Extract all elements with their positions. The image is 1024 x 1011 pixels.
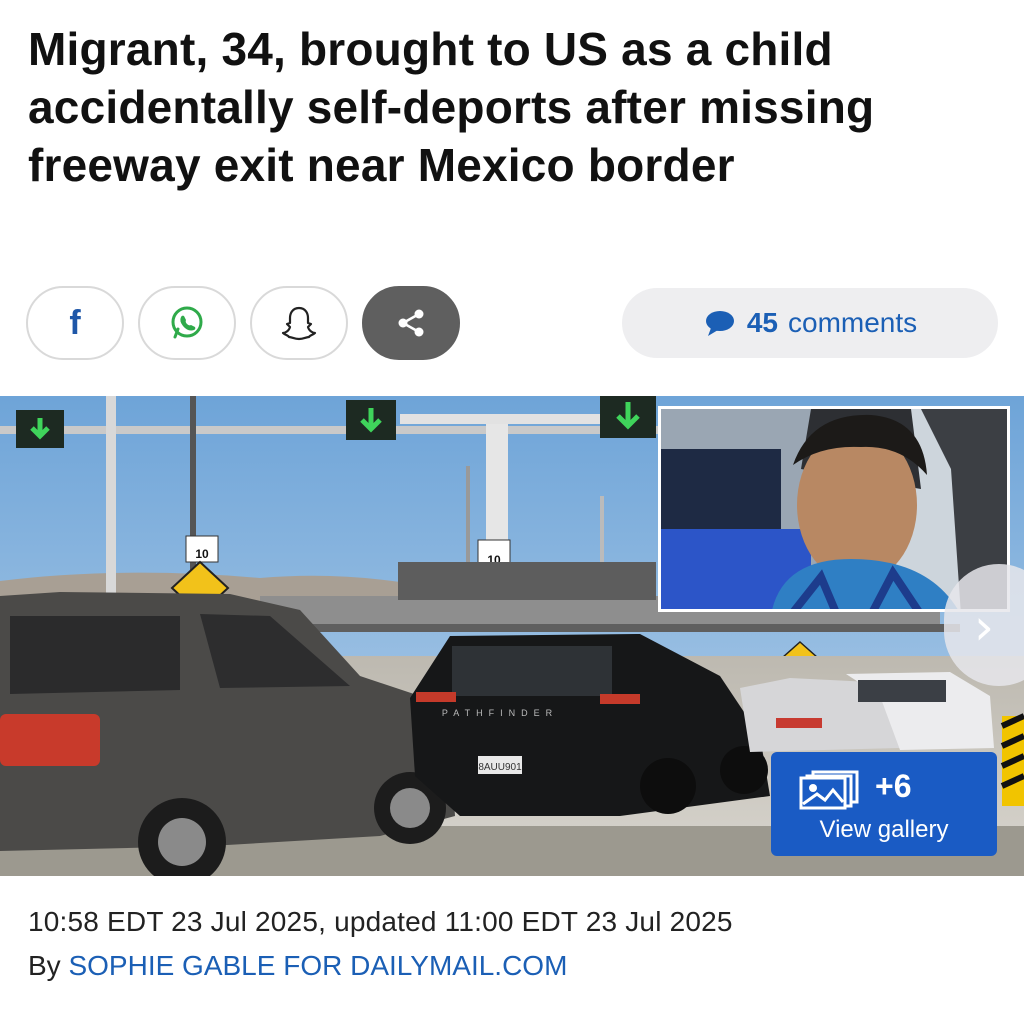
article-timestamp: 10:58 EDT 23 Jul 2025, updated 11:00 EDT…	[28, 906, 733, 937]
comments-count: 45	[746, 307, 778, 338]
author-link[interactable]: SOPHIE GABLE FOR DAILYMAIL.COM	[68, 950, 567, 981]
view-gallery-button[interactable]: +6 View gallery	[771, 752, 997, 856]
article-byline: By SOPHIE GABLE FOR DAILYMAIL.COM	[28, 950, 567, 982]
share-bar: f 45 comments	[26, 286, 1001, 364]
vehicle-badge: PATHFINDER	[442, 708, 558, 718]
facebook-share-button[interactable]: f	[26, 286, 124, 360]
comment-bubble-icon	[705, 311, 734, 336]
comments-label: comments	[788, 307, 918, 338]
gallery-count: +6	[875, 768, 912, 804]
speed-limit-sign-left: 10	[195, 547, 209, 561]
inset-portrait-image	[658, 406, 1010, 612]
share-icon	[398, 309, 424, 337]
facebook-icon: f	[69, 303, 81, 342]
snapchat-share-button[interactable]	[250, 286, 348, 360]
comments-button[interactable]: 45 comments	[622, 288, 998, 358]
more-share-button[interactable]	[362, 286, 460, 360]
license-plate: 8AUU901	[478, 762, 522, 773]
byline-prefix: By	[28, 950, 61, 981]
photo-gallery-icon	[799, 770, 859, 810]
whatsapp-share-button[interactable]	[138, 286, 236, 360]
article-headline: Migrant, 34, brought to US as a child ac…	[28, 23, 875, 191]
view-gallery-label: View gallery	[819, 816, 949, 843]
whatsapp-icon	[171, 306, 203, 339]
chevron-right-icon: ›	[974, 598, 994, 656]
snapchat-icon	[281, 306, 317, 341]
